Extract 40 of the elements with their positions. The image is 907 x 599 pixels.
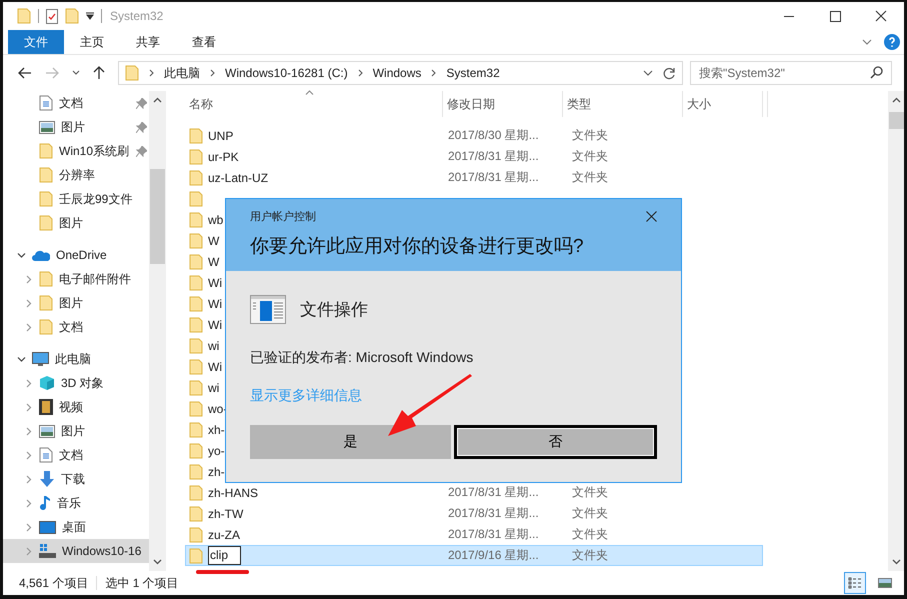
modified-date: 2017/8/31 星期... bbox=[448, 527, 539, 541]
file-name: wb bbox=[208, 212, 224, 226]
file-name: W bbox=[208, 234, 220, 248]
file-type: 文件夹 bbox=[572, 548, 608, 562]
file-type: 文件夹 bbox=[572, 149, 608, 163]
modified-date: 2017/8/31 星期... bbox=[448, 170, 539, 184]
file-name: wi bbox=[208, 380, 220, 394]
file-type: 文件夹 bbox=[572, 506, 608, 520]
file-type: 文件夹 bbox=[572, 485, 608, 499]
file-name: Wi bbox=[208, 296, 222, 310]
file-name: zh-TW bbox=[208, 506, 244, 520]
file-name: zu-ZA bbox=[208, 528, 240, 542]
file-name: UNP bbox=[208, 128, 234, 142]
dialog-question: 你要允许此应用对你的设备进行更改吗? bbox=[250, 235, 585, 259]
file-name: Wi bbox=[208, 360, 222, 374]
modified-date: 2017/8/30 星期... bbox=[448, 128, 539, 142]
app-name: 文件操作 bbox=[300, 299, 368, 321]
file-name: Wi bbox=[208, 276, 222, 290]
item-count: 4,561 个项目 bbox=[19, 574, 88, 592]
file-type: 文件夹 bbox=[572, 128, 608, 142]
file-name: ur-PK bbox=[208, 150, 239, 164]
modified-date: 2017/8/31 星期... bbox=[448, 149, 539, 163]
file-name: zh-HANS bbox=[208, 486, 258, 500]
selection-count: 选中 1 个项目 bbox=[105, 574, 179, 592]
file-name: xh- bbox=[208, 422, 225, 436]
publisher-text: 已验证的发布者: Microsoft Windows bbox=[250, 349, 474, 367]
file-name: Wi bbox=[208, 318, 222, 332]
file-type: 文件夹 bbox=[572, 170, 608, 184]
file-name: W bbox=[208, 254, 220, 268]
window-title: System32 bbox=[110, 9, 164, 23]
modified-date: 2017/8/31 星期... bbox=[448, 506, 539, 520]
modified-date: 2017/9/16 星期... bbox=[448, 548, 539, 562]
file-name: uz-Latn-UZ bbox=[208, 170, 268, 184]
file-name: wo- bbox=[208, 402, 228, 416]
file-name: yo- bbox=[208, 444, 225, 458]
file-name: wi bbox=[208, 338, 220, 352]
file-type: 文件夹 bbox=[572, 527, 608, 541]
dialog-title: 用户帐户控制 bbox=[250, 210, 316, 224]
file-name: zh- bbox=[208, 464, 225, 478]
modified-date: 2017/8/31 星期... bbox=[448, 485, 539, 499]
